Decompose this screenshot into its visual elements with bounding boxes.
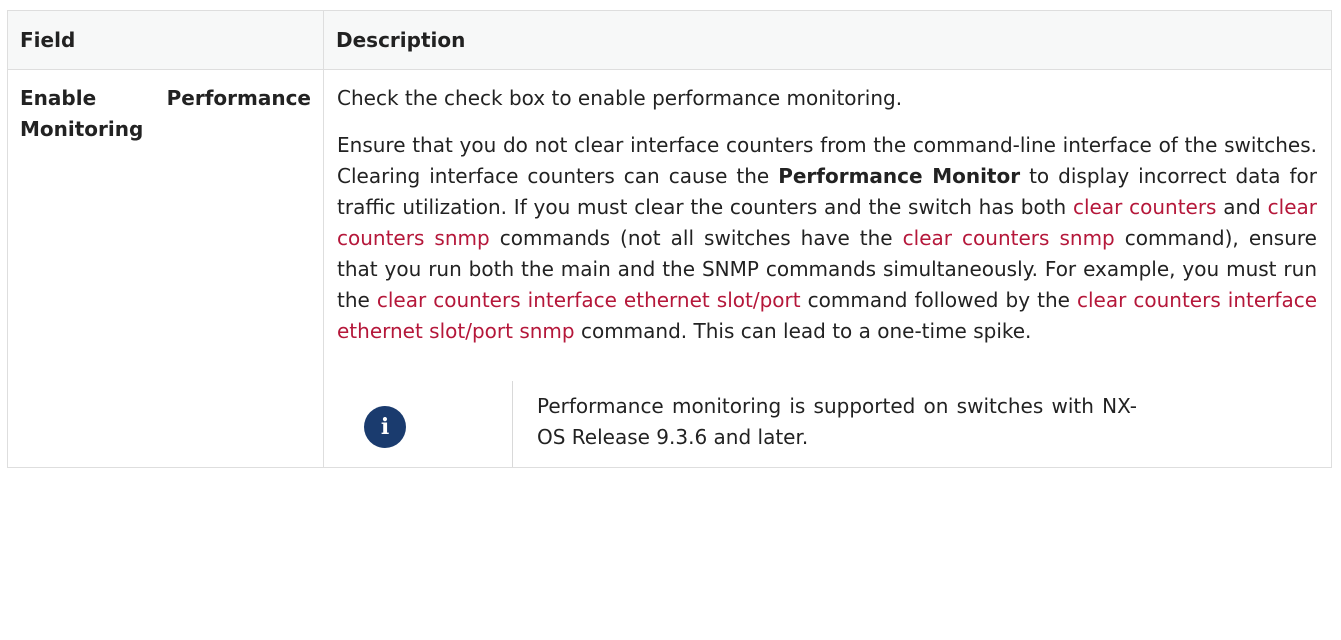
column-header-field: Field (7, 10, 324, 70)
table-header-row: Field Description (7, 10, 1332, 70)
field-description-table: Field Description Enable Performance Mon… (7, 10, 1332, 468)
command-clear-counters: clear counters (1073, 195, 1217, 219)
command-clear-counters-interface: clear counters interface ethernet slot/p… (376, 288, 801, 312)
text-segment: and (1216, 195, 1268, 219)
note-divider (512, 381, 513, 467)
description-paragraph-1: Check the check box to enable performanc… (337, 86, 903, 110)
description-cell: Check the check box to enable performanc… (323, 69, 1332, 468)
description-paragraph-2: Ensure that you do not clear interface c… (337, 130, 1317, 347)
table-row: Enable Performance Monitoring Check the … (7, 69, 1332, 468)
text-segment: commands (not all switches have the (489, 226, 903, 250)
column-header-description: Description (323, 10, 1332, 70)
field-name-cell: Enable Performance Monitoring (7, 69, 324, 468)
text-segment: command. This can lead to a one-time spi… (574, 319, 1032, 343)
command-clear-counters-snmp-2: clear counters snmp (902, 226, 1115, 250)
info-icon: i (364, 406, 406, 448)
performance-monitor-term: Performance Monitor (778, 164, 1021, 188)
note-block: i Performance monitoring is supported on… (337, 363, 1317, 467)
text-segment: command followed by the (800, 288, 1077, 312)
note-text: Performance monitoring is supported on s… (537, 394, 1137, 449)
